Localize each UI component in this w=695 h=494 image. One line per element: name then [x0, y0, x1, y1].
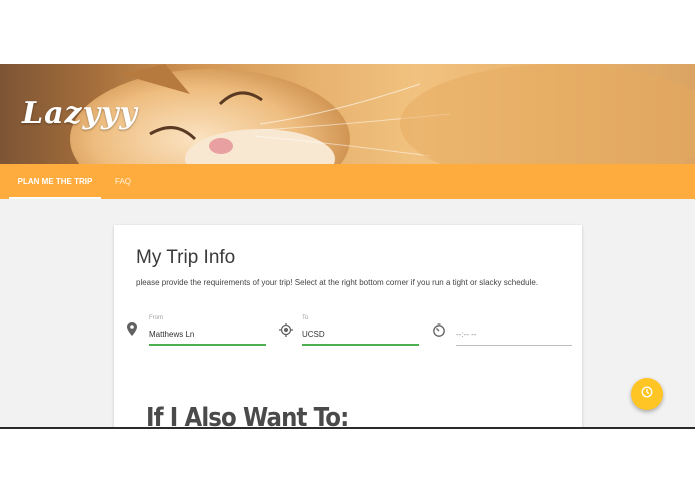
tab-plan-me-the-trip[interactable]: PLAN ME THE TRIP — [9, 164, 101, 199]
brand-logo: Lazyyy — [22, 96, 138, 131]
extras-heading: If I Also Want To: — [146, 403, 349, 427]
tab-faq[interactable]: FAQ — [115, 164, 131, 199]
to-label: To — [302, 315, 309, 321]
schedule-fab-button[interactable] — [631, 378, 663, 410]
nav-bar: PLAN ME THE TRIP FAQ — [0, 164, 695, 199]
card-description: please provide the requirements of your … — [136, 278, 538, 287]
target-location-icon — [279, 323, 293, 342]
to-input[interactable] — [302, 324, 419, 346]
bottom-divider — [0, 427, 695, 429]
main-content: My Trip Info please provide the requirem… — [0, 199, 695, 427]
clock-icon — [641, 385, 653, 403]
from-label: From — [149, 315, 163, 321]
card-title: My Trip Info — [136, 247, 236, 268]
tab-label: FAQ — [115, 177, 132, 186]
hero-banner: Lazyyy — [0, 64, 695, 164]
time-input[interactable] — [456, 324, 572, 346]
tab-label: PLAN ME THE TRIP — [17, 177, 93, 186]
location-pin-icon — [127, 322, 137, 341]
trip-info-card: My Trip Info please provide the requirem… — [114, 225, 582, 427]
timer-icon — [432, 323, 446, 342]
from-input[interactable] — [149, 324, 266, 346]
